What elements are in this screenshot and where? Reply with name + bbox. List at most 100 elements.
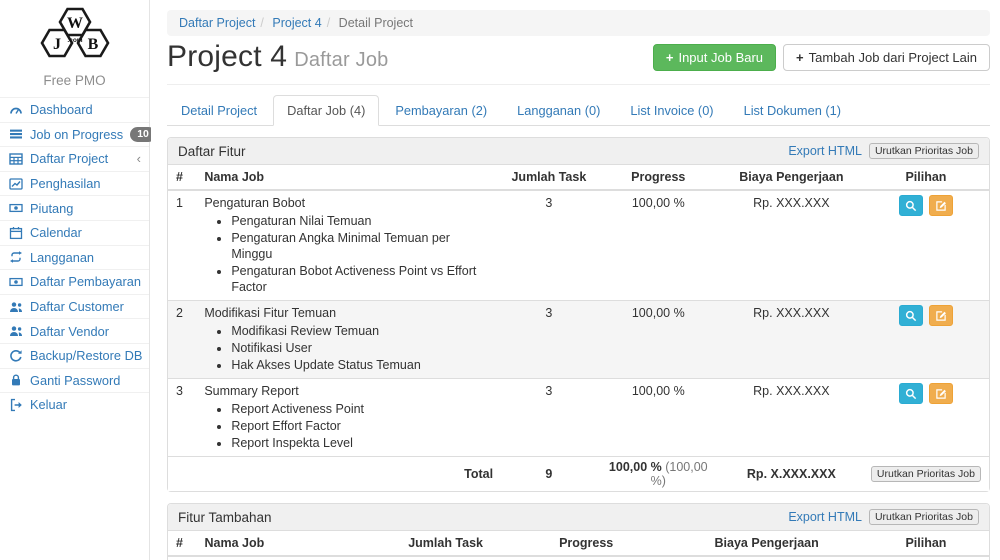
subtask-item: Pengaturan Nilai Temuan — [231, 213, 493, 229]
breadcrumb-project-4[interactable]: Project 4 — [272, 16, 321, 30]
sidebar-item-label: Backup/Restore DB — [30, 348, 142, 363]
tab-daftar-job[interactable]: Daftar Job (4) — [273, 95, 379, 126]
tab-langganan[interactable]: Langganan (0) — [503, 95, 614, 126]
money-icon — [8, 201, 23, 215]
subtask-list: Pengaturan Nilai TemuanPengaturan Angka … — [216, 213, 493, 295]
subtask-item: Hak Akses Update Status Temuan — [231, 357, 493, 373]
daftar-fitur-body: 1 Pengaturan Bobot Pengaturan Nilai Temu… — [168, 190, 989, 457]
view-job-button[interactable] — [899, 383, 923, 404]
sidebar-menu: Dashboard Job on Progress 10 Daftar Proj… — [0, 97, 149, 417]
subtask-item: Pengaturan Angka Minimal Temuan per Ming… — [231, 230, 493, 262]
tab-detail-project[interactable]: Detail Project — [167, 95, 271, 126]
sidebar-item-keluar[interactable]: Keluar — [0, 392, 149, 417]
daftar-fitur-table: # Nama Job Jumlah Task Progress Biaya Pe… — [168, 165, 989, 491]
calendar-icon — [8, 226, 23, 240]
button-label: Input Job Baru — [678, 50, 763, 65]
col-nama-job: Nama Job — [197, 531, 390, 556]
job-actions — [863, 379, 989, 457]
subtask-item: Modifikasi Review Temuan — [231, 323, 493, 339]
money-icon — [8, 275, 23, 289]
table-header-row: # Nama Job Jumlah Task Progress Biaya Pe… — [168, 165, 989, 190]
sidebar-item-dashboard[interactable]: Dashboard — [0, 97, 149, 122]
job-row: 2 Modifikasi Fitur Temuan Modifikasi Rev… — [168, 301, 989, 379]
sidebar-item-daftar-pembayaran[interactable]: Daftar Pembayaran — [0, 269, 149, 294]
header-buttons: + Input Job Baru +Tambah Job dari Project… — [653, 44, 990, 71]
fitur-tambahan-table: # Nama Job Jumlah Task Progress Biaya Pe… — [168, 531, 989, 560]
sidebar-item-langganan[interactable]: Langganan — [0, 245, 149, 270]
sidebar-item-backup-restore-db[interactable]: Backup/Restore DB — [0, 343, 149, 368]
jwb-logo: W J B .com — [0, 0, 149, 69]
tab-list-invoice[interactable]: List Invoice (0) — [616, 95, 727, 126]
subtask-list: Modifikasi Review TemuanNotifikasi UserH… — [216, 323, 493, 373]
project-tabs: Detail Project Daftar Job (4) Pembayaran… — [167, 95, 990, 126]
tambah-job-dari-project-lain-button[interactable]: +Tambah Job dari Project Lain — [783, 44, 990, 71]
sidebar-item-job-on-progress[interactable]: Job on Progress 10 — [0, 122, 149, 147]
sidebar-item-piutang[interactable]: Piutang — [0, 195, 149, 220]
input-job-baru-button[interactable]: + Input Job Baru — [653, 44, 776, 71]
edit-job-button[interactable] — [929, 305, 953, 326]
job-cost: Rp. XXX.XXX — [720, 190, 863, 301]
subtask-item: Report Activeness Point — [231, 401, 493, 417]
job-name-cell: Modifikasi Profil User Tab F/U Temuan — [197, 556, 390, 560]
sidebar-item-daftar-vendor[interactable]: Daftar Vendor — [0, 318, 149, 343]
sidebar-item-calendar[interactable]: Calendar — [0, 220, 149, 245]
col-progress: Progress — [502, 531, 670, 556]
edit-job-button[interactable] — [929, 195, 953, 216]
col-jumlah-task: Jumlah Task — [389, 531, 502, 556]
job-progress: 100,00 % — [597, 301, 720, 379]
page-title: Project 4Daftar Job — [167, 40, 388, 74]
sidebar-item-label: Ganti Password — [30, 373, 120, 388]
view-job-button[interactable] — [899, 195, 923, 216]
job-number: 3 — [168, 379, 196, 457]
col-biaya-pengerjaan: Biaya Pengerjaan — [670, 531, 863, 556]
export-html-link[interactable]: Export HTML — [788, 510, 862, 524]
job-progress: 100,00 % — [597, 379, 720, 457]
edit-job-button[interactable] — [929, 383, 953, 404]
panel-heading-actions: Export HTML Urutkan Prioritas Job — [788, 143, 979, 159]
svg-text:B: B — [87, 36, 98, 53]
panel-title: Fitur Tambahan — [178, 510, 272, 525]
tab-list-dokumen[interactable]: List Dokumen (1) — [730, 95, 855, 126]
total-row: Total 9 100,00 % (100,00 %) Rp. X.XXX.XX… — [168, 457, 989, 492]
col-progress: Progress — [597, 165, 720, 190]
job-number: 1 — [168, 190, 196, 301]
subtask-list: Report Activeness PointReport Effort Fac… — [216, 401, 493, 451]
urutkan-prioritas-job-button[interactable]: Urutkan Prioritas Job — [869, 509, 979, 525]
page-subtitle: Daftar Job — [294, 49, 388, 71]
tab-pembayaran[interactable]: Pembayaran (2) — [381, 95, 501, 126]
sidebar: W J B .com Free PMO Dashboard Job on Pro… — [0, 0, 150, 560]
job-cost: Rp. XXX.XXX — [720, 379, 863, 457]
sidebar-item-label: Keluar — [30, 397, 67, 412]
sidebar-item-label: Daftar Vendor — [30, 324, 109, 339]
chevron-left-icon: ‹ — [137, 151, 141, 166]
sidebar-item-daftar-project[interactable]: Daftar Project ‹ — [0, 146, 149, 171]
sidebar-item-daftar-customer[interactable]: Daftar Customer — [0, 294, 149, 319]
main-content: Daftar Project Project 4 Detail Project Pr… — [151, 0, 1000, 560]
button-label: Tambah Job dari Project Lain — [809, 50, 977, 65]
fitur-tambahan-body: 1 Modifikasi Profil User Tab F/U Temuan … — [168, 556, 989, 560]
subtask-item: Notifikasi User — [231, 340, 493, 356]
urutkan-prioritas-job-button[interactable]: Urutkan Prioritas Job — [871, 466, 981, 482]
sidebar-item-ganti-password[interactable]: Ganti Password — [0, 368, 149, 393]
sidebar-item-label: Piutang — [30, 201, 73, 216]
job-cost: Rp. XXX.XXX — [720, 301, 863, 379]
edit-icon — [935, 388, 947, 400]
total-actions: Urutkan Prioritas Job — [863, 457, 989, 492]
total-progress-value: 100,00 % — [609, 460, 662, 474]
breadcrumb-daftar-project[interactable]: Daftar Project — [179, 16, 255, 30]
plus-icon: + — [666, 50, 674, 65]
refresh-icon — [8, 349, 23, 363]
sidebar-item-label: Langganan — [30, 250, 94, 265]
app-name: Free PMO — [0, 73, 149, 88]
job-task-count: 3 — [501, 379, 597, 457]
sidebar-item-label: Job on Progress — [30, 127, 123, 142]
svg-text:.com: .com — [67, 37, 82, 44]
panel-heading: Fitur Tambahan Export HTML Urutkan Prior… — [168, 504, 989, 531]
sidebar-item-penghasilan[interactable]: Penghasilan — [0, 171, 149, 196]
export-html-link[interactable]: Export HTML — [788, 144, 862, 158]
spacer-cell — [168, 457, 196, 492]
view-job-button[interactable] — [899, 305, 923, 326]
tasks-icon — [8, 127, 23, 141]
job-name: Pengaturan Bobot — [204, 195, 493, 211]
urutkan-prioritas-job-button[interactable]: Urutkan Prioritas Job — [869, 143, 979, 159]
